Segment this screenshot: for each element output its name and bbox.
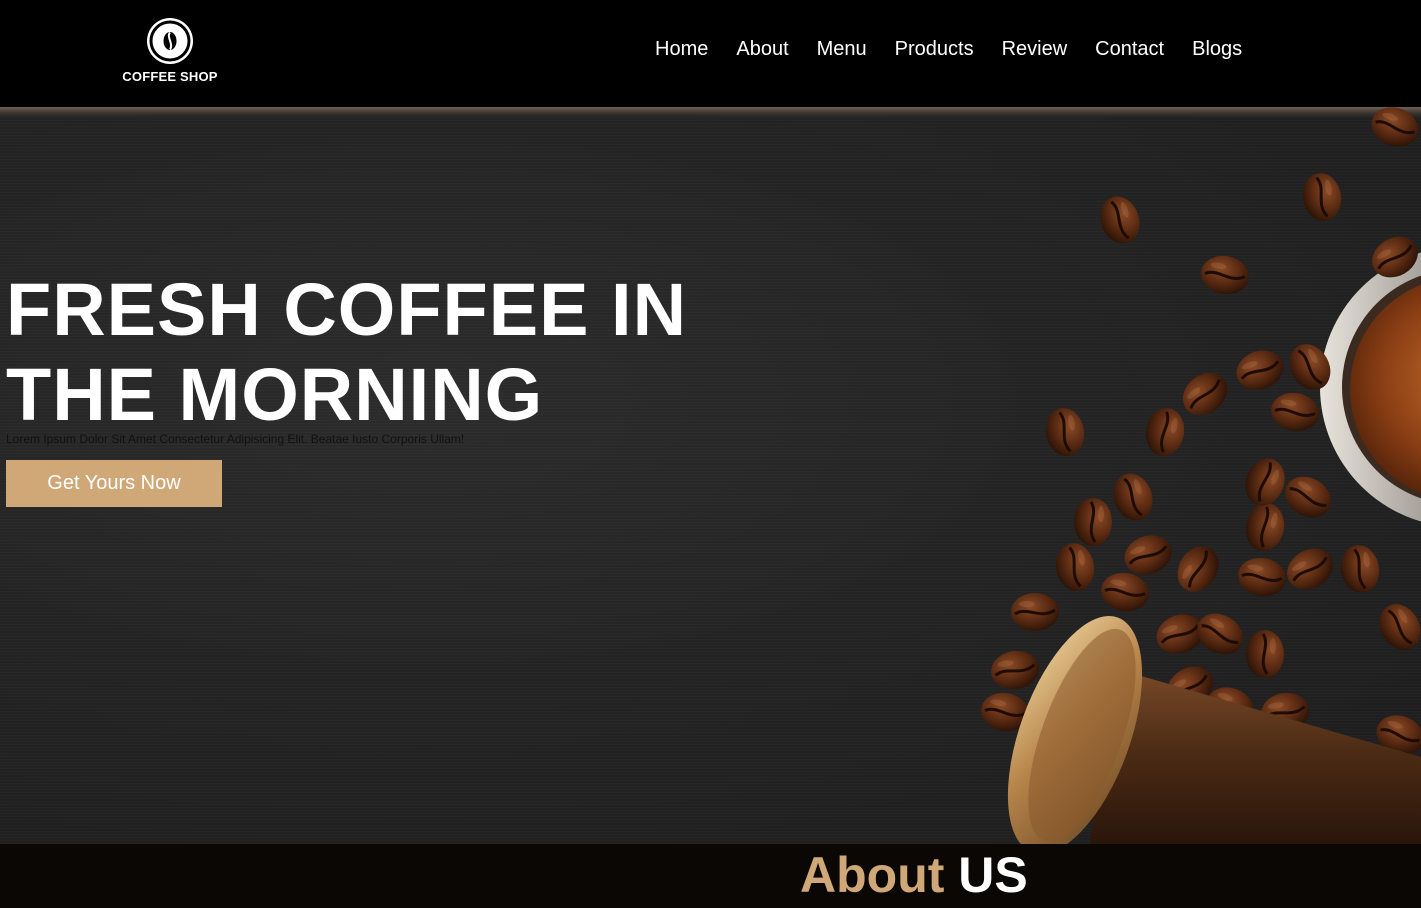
brand-name: COFFEE SHOP [122,69,218,84]
about-heading-second: US [958,847,1028,903]
nav-item-contact[interactable]: Contact [1095,36,1164,64]
hero-section: FRESH COFFEE IN THE MORNING Lorem Ipsum … [0,107,1421,844]
hero-title: FRESH COFFEE IN THE MORNING [6,268,688,436]
hero-subtitle: Lorem Ipsum Dolor Sit Amet Consectetur A… [6,432,465,446]
nav-item-home[interactable]: Home [655,36,708,64]
main-nav: Home About Menu Products Review Contact … [641,36,1256,64]
logo[interactable]: COFFEE SHOP [120,18,220,88]
nav-item-blogs[interactable]: Blogs [1192,36,1242,64]
nav-item-about[interactable]: About [736,36,788,64]
about-heading-first: About [800,847,945,903]
about-heading: About US [800,847,1028,903]
nav-item-review[interactable]: Review [1002,36,1068,64]
site-header: COFFEE SHOP Home About Menu Products Rev… [0,0,1421,107]
nav-item-menu[interactable]: Menu [817,36,867,64]
coffee-bean-logo-icon [147,18,193,64]
nav-item-products[interactable]: Products [895,36,974,64]
get-yours-now-button[interactable]: Get Yours Now [6,460,222,507]
about-section: About US [0,844,1421,908]
